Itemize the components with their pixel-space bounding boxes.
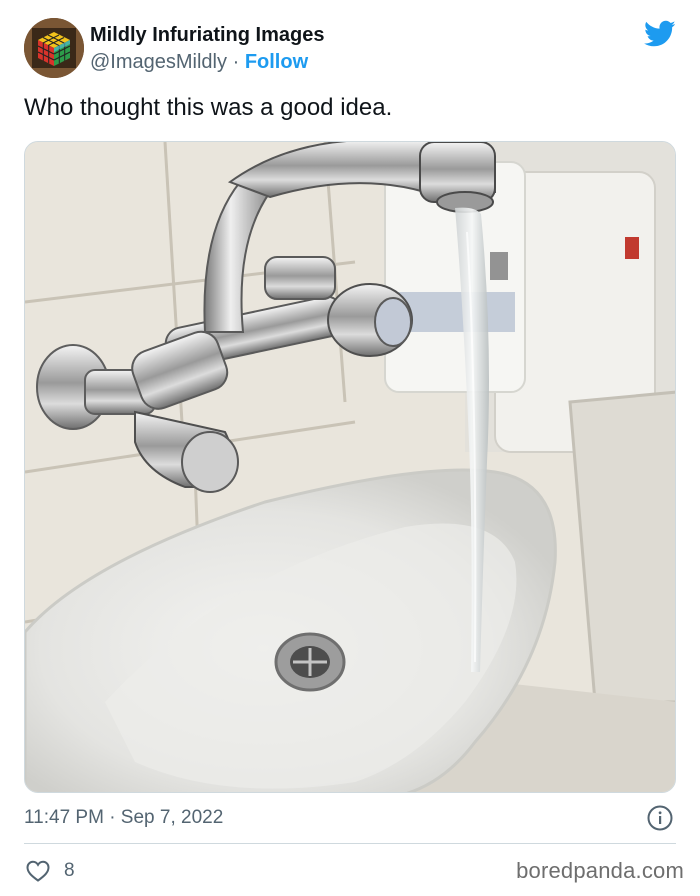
like-action[interactable]: 8 [26, 858, 75, 884]
tweet-timestamp[interactable]: 11:47 PM · Sep 7, 2022 [24, 806, 223, 830]
tweet-text: Who thought this was a good idea. [24, 94, 393, 121]
author-block: Mildly Infuriating Images @ImagesMildly … [90, 22, 324, 76]
tweet-header: Mildly Infuriating Images @ImagesMildly … [24, 18, 684, 80]
watermark: boredpanda.com [516, 858, 684, 883]
handle[interactable]: @ImagesMildly [90, 51, 227, 73]
display-name[interactable]: Mildly Infuriating Images [90, 22, 324, 48]
avatar[interactable] [24, 18, 84, 78]
info-icon[interactable] [647, 805, 673, 831]
like-count: 8 [64, 860, 75, 881]
heart-icon[interactable] [26, 860, 50, 882]
follow-button[interactable]: Follow [245, 51, 308, 73]
handle-line: @ImagesMildly · Follow [90, 48, 324, 76]
divider [24, 843, 676, 844]
twitter-bird-icon[interactable] [644, 20, 676, 48]
tweet-photo[interactable] [24, 141, 676, 793]
separator-dot: · [232, 51, 240, 73]
